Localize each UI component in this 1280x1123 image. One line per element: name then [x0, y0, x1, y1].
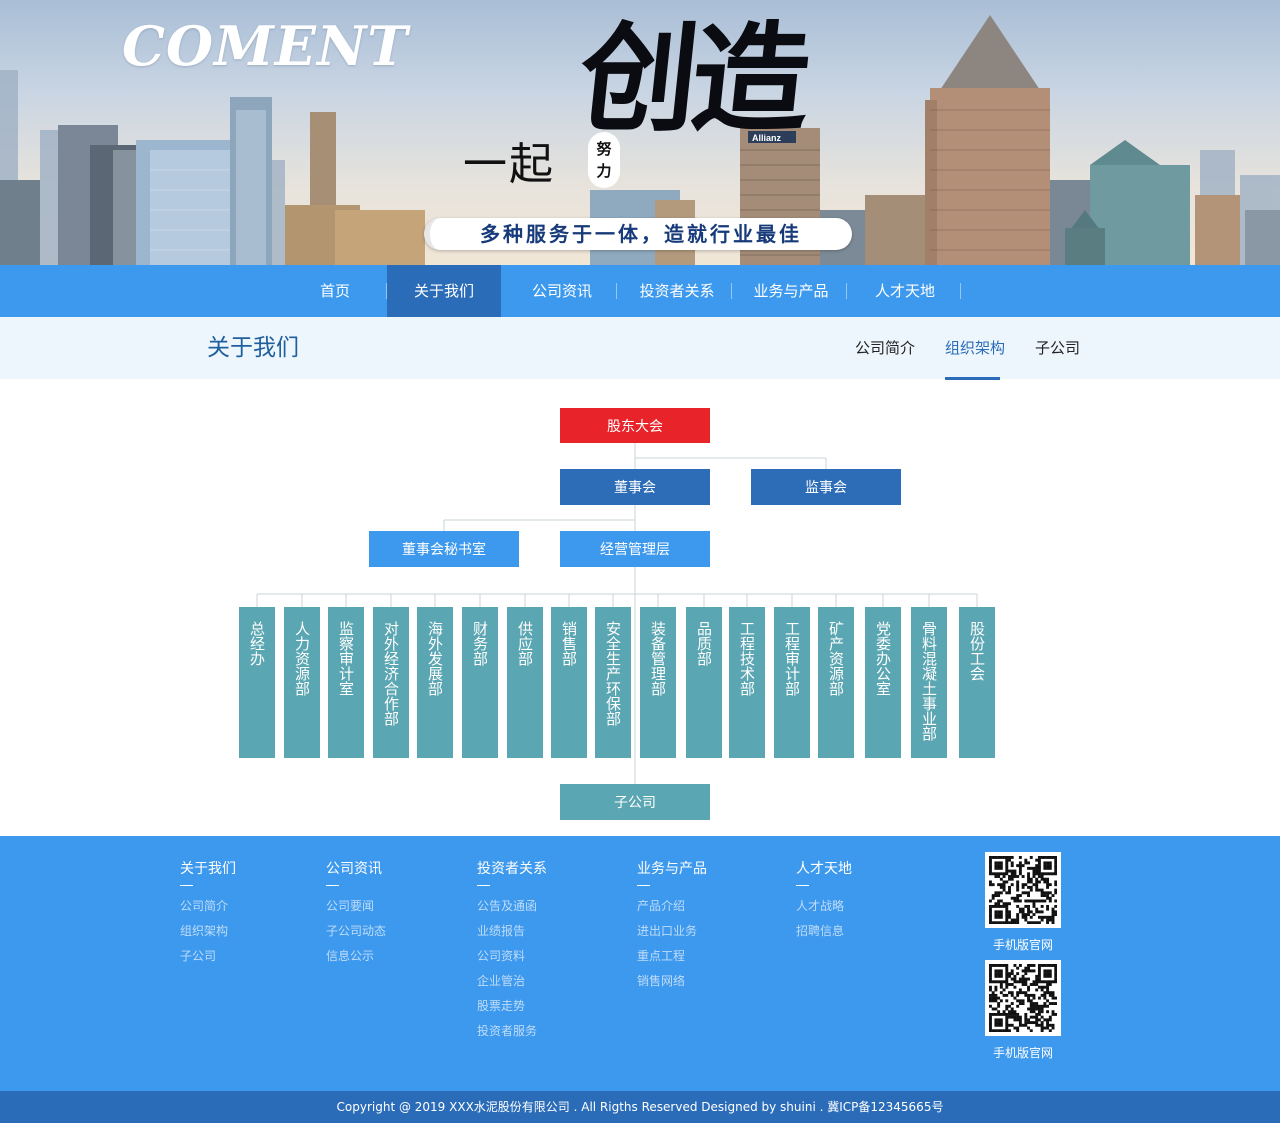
footer-link[interactable]: 公司资料	[477, 948, 547, 973]
nav-item-about[interactable]: 关于我们	[387, 265, 501, 317]
org-dept: 股份工会	[959, 607, 995, 758]
footer-divider	[796, 885, 809, 886]
footer-divider	[326, 885, 339, 886]
org-dept: 矿产资源部	[818, 607, 854, 758]
footer-col-investor: 投资者关系 公告及通函 业绩报告 公司资料 企业管治 股票走势 投资者服务	[477, 858, 547, 1048]
nav-item-home[interactable]: 首页	[290, 265, 380, 317]
org-node-board: 董事会	[560, 469, 710, 505]
qr-label: 手机版官网	[992, 1046, 1053, 1060]
nav-item-news[interactable]: 公司资讯	[510, 265, 614, 317]
org-dept: 安全生产环保部	[595, 607, 631, 758]
footer-col-title: 投资者关系	[477, 861, 547, 877]
nav-item-business[interactable]: 业务与产品	[736, 265, 846, 317]
footer-link[interactable]: 重点工程	[637, 948, 707, 973]
slogan-small-text: 努力	[596, 140, 612, 180]
footer-link[interactable]: 子公司动态	[326, 923, 386, 948]
tab-company-profile[interactable]: 公司简介	[855, 317, 915, 379]
main-nav: 首页 关于我们 公司资讯 投资者关系 业务与产品 人才天地	[0, 265, 1280, 317]
footer-link[interactable]: 组织架构	[180, 923, 236, 948]
section-header: 关于我们 公司简介 组织架构 子公司	[0, 317, 1280, 379]
org-node-shareholders-meeting: 股东大会	[560, 408, 710, 443]
org-dept: 总经办	[239, 607, 275, 758]
org-dept: 销售部	[551, 607, 587, 758]
org-chart: 股东大会 董事会 监事会 董事会秘书室 经营管理层 总经办 人力资源部 监察审计…	[0, 379, 1280, 836]
org-dept: 骨料混凝土事业部	[911, 607, 947, 758]
footer-col-title: 人才天地	[796, 861, 852, 877]
nav-item-careers[interactable]: 人才天地	[852, 265, 958, 317]
footer-link[interactable]: 产品介绍	[637, 898, 707, 923]
footer-divider	[477, 885, 490, 886]
footer: 关于我们 公司简介 组织架构 子公司 公司资讯 公司要闻 子公司动态 信息公示 …	[0, 836, 1280, 1091]
tab-org-structure[interactable]: 组织架构	[945, 317, 1005, 379]
org-dept: 品质部	[686, 607, 722, 758]
nav-separator	[616, 283, 617, 299]
org-node-supervisory-board: 监事会	[751, 469, 901, 505]
footer-col-news: 公司资讯 公司要闻 子公司动态 信息公示	[326, 858, 386, 973]
footer-divider	[180, 885, 193, 886]
footer-link[interactable]: 公告及通函	[477, 898, 547, 923]
org-dept: 工程审计部	[774, 607, 810, 758]
slogan-small: 努力	[588, 132, 620, 188]
qr-code-icon	[989, 856, 1058, 925]
footer-link[interactable]: 人才战略	[796, 898, 852, 923]
footer-link[interactable]: 业绩报告	[477, 923, 547, 948]
footer-col-careers: 人才天地 人才战略 招聘信息	[796, 858, 852, 948]
footer-link[interactable]: 招聘信息	[796, 923, 852, 948]
nav-separator	[960, 283, 961, 299]
footer-link[interactable]: 公司简介	[180, 898, 236, 923]
nav-separator	[731, 283, 732, 299]
org-dept: 对外经济合作部	[373, 607, 409, 758]
footer-link[interactable]: 企业管治	[477, 973, 547, 998]
org-dept: 装备管理部	[640, 607, 676, 758]
footer-col-title: 业务与产品	[637, 861, 707, 877]
footer-link[interactable]: 子公司	[180, 948, 236, 973]
hero-banner: Allianz COMENT 创造 一起 努力 多种服务于一体，造就行业最佳	[0, 0, 1280, 265]
footer-link[interactable]: 进出口业务	[637, 923, 707, 948]
org-dept: 人力资源部	[284, 607, 320, 758]
footer-link[interactable]: 投资者服务	[477, 1023, 547, 1048]
qr-code-icon	[989, 964, 1058, 1033]
copyright-bar: Copyright @ 2019 XXX水泥股份有限公司 . All Rigth…	[0, 1091, 1280, 1123]
tab-subsidiary[interactable]: 子公司	[1035, 317, 1080, 379]
footer-col-business: 业务与产品 产品介绍 进出口业务 重点工程 销售网络	[637, 858, 707, 998]
footer-col-title: 关于我们	[180, 861, 236, 877]
tagline-text: 多种服务于一体，造就行业最佳	[480, 222, 802, 246]
footer-divider	[637, 885, 650, 886]
org-dept: 党委办公室	[865, 607, 901, 758]
slogan-prefix: 一起	[463, 139, 555, 190]
tagline-bar: 多种服务于一体，造就行业最佳	[424, 218, 852, 250]
footer-col-title: 公司资讯	[326, 861, 382, 877]
qr-code-mobile-site[interactable]	[985, 852, 1061, 928]
brand-logo: COMENT	[122, 14, 409, 78]
footer-col-about: 关于我们 公司简介 组织架构 子公司	[180, 858, 236, 973]
page-title: 关于我们	[207, 335, 299, 361]
footer-link[interactable]: 信息公示	[326, 948, 386, 973]
org-dept: 监察审计室	[328, 607, 364, 758]
org-node-subsidiary: 子公司	[560, 784, 710, 820]
footer-link[interactable]: 股票走势	[477, 998, 547, 1023]
org-dept: 供应部	[507, 607, 543, 758]
qr-label: 手机版官网	[992, 938, 1053, 952]
nav-separator	[846, 283, 847, 299]
org-dept: 财务部	[462, 607, 498, 758]
org-node-management: 经营管理层	[560, 531, 710, 567]
nav-item-investor[interactable]: 投资者关系	[622, 265, 732, 317]
footer-link[interactable]: 公司要闻	[326, 898, 386, 923]
slogan-main: 创造	[572, 9, 812, 148]
footer-link[interactable]: 销售网络	[637, 973, 707, 998]
org-node-board-secretary: 董事会秘书室	[369, 531, 519, 567]
org-dept: 工程技术部	[729, 607, 765, 758]
qr-code-mobile-site[interactable]	[985, 960, 1061, 1036]
org-dept: 海外发展部	[417, 607, 453, 758]
